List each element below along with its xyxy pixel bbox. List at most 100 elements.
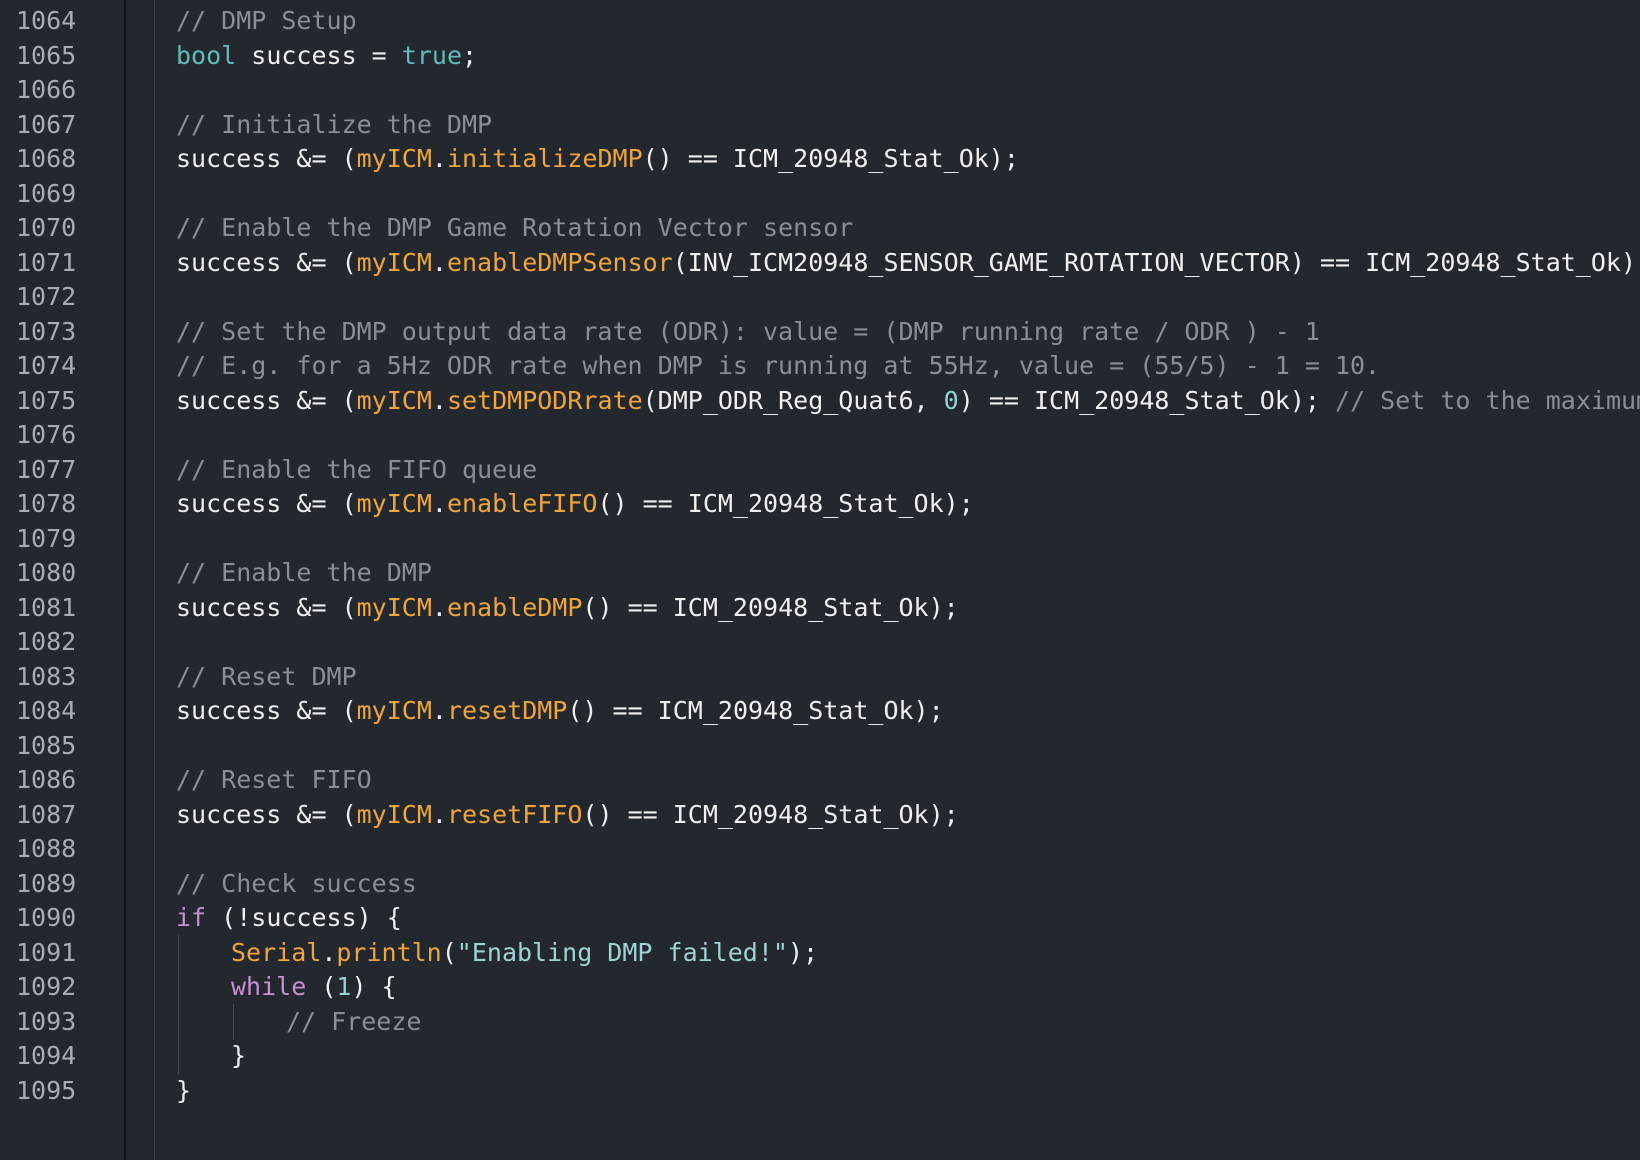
code-text[interactable]: // Enable the DMP Game Rotation Vector s… [176, 210, 853, 246]
code-line[interactable]: 1086 // Reset FIFO [0, 762, 1640, 798]
code-token: (INV_ICM20948_SENSOR_GAME_ROTATION_VECTO… [672, 247, 1640, 277]
line-number: 1074 [16, 351, 77, 380]
code-token: . [431, 385, 447, 415]
code-line[interactable]: 1080 // Enable the DMP [0, 555, 1640, 591]
line-number: 1079 [16, 523, 77, 553]
line-number: 1071 [16, 247, 77, 277]
code-token: . [431, 799, 447, 829]
code-line[interactable]: 1073 // Set the DMP output data rate (ODR… [0, 314, 1640, 350]
code-token: () == ICM_20948_Stat_Ok); [567, 696, 944, 725]
code-token: 0 [943, 385, 959, 415]
code-token: // E.g. for a 5Hz ODR rate when DMP is r… [176, 351, 1381, 380]
code-text[interactable]: success &= (myICM.enableDMPSensor(INV_IC… [176, 245, 1640, 281]
line-number: 1092 [16, 972, 77, 1001]
code-text[interactable]: success &= (myICM.enableDMP() == ICM_209… [176, 590, 959, 626]
line-number: 1086 [16, 765, 77, 794]
code-line[interactable]: 1091 Serial.println("Enabling DMP failed!… [0, 934, 1640, 971]
line-number: 1064 [16, 6, 77, 35]
code-text[interactable]: // Reset FIFO [176, 762, 372, 798]
code-token: // Set the DMP output data rate (ODR): v… [176, 316, 1320, 346]
line-number: 1072 [16, 282, 77, 311]
code-line[interactable]: 1088 [0, 831, 1640, 867]
code-line[interactable]: 1076 [0, 417, 1640, 453]
code-text[interactable]: success &= (myICM.setDMPODRrate(DMP_ODR_… [176, 383, 1640, 419]
code-line[interactable]: 1071 success &= (myICM.enableDMPSensor(IN… [0, 245, 1640, 281]
code-line[interactable]: 1092 while (1) { [0, 969, 1640, 1005]
code-line[interactable]: 1087 success &= (myICM.resetFIFO() == ICM… [0, 797, 1640, 833]
code-token: true [401, 40, 463, 70]
code-token: ; [462, 40, 478, 70]
code-token: (!success) { [206, 903, 402, 932]
line-number: 1089 [16, 868, 77, 898]
code-token: myICM [356, 489, 432, 518]
code-line[interactable]: 1067 // Initialize the DMP [0, 107, 1640, 143]
code-line[interactable]: 1069 [0, 176, 1640, 212]
code-text[interactable]: // Freeze [286, 1004, 421, 1040]
code-line[interactable]: 1079 [0, 521, 1640, 557]
code-line[interactable]: 1075 success &= (myICM.setDMPODRrate(DMP_… [0, 383, 1640, 419]
code-token: myICM [356, 385, 432, 415]
code-line[interactable]: 1078 success &= (myICM.enableFIFO() == IC… [0, 486, 1640, 522]
code-line[interactable]: 1064 // DMP Setup [0, 3, 1640, 39]
code-line[interactable]: 1093 // Freeze [0, 1003, 1640, 1040]
code-line[interactable]: 1095} [0, 1073, 1640, 1109]
indent-guide [233, 1003, 234, 1040]
code-line[interactable]: 1094} [0, 1038, 1640, 1074]
code-token: while [231, 972, 307, 1001]
indent-guide [178, 934, 179, 971]
code-token: // Initialize the DMP [176, 109, 493, 139]
code-text[interactable]: } [176, 1073, 191, 1109]
code-text[interactable]: } [231, 1038, 246, 1074]
code-text[interactable]: bool success = true; [176, 38, 477, 74]
code-line[interactable]: 1065 bool success = true; [0, 38, 1640, 74]
code-line[interactable]: 1081 success &= (myICM.enableDMP() == ICM… [0, 590, 1640, 626]
code-token: enableDMP [446, 592, 583, 622]
code-token: setDMPODRrate [446, 385, 643, 415]
code-token: . [431, 592, 447, 622]
code-text[interactable]: // Enable the FIFO queue [176, 452, 537, 488]
code-text[interactable]: // E.g. for a 5Hz ODR rate when DMP is r… [176, 348, 1380, 384]
code-line[interactable]: 1070 // Enable the DMP Game Rotation Vect… [0, 210, 1640, 246]
code-text[interactable]: // Set the DMP output data rate (ODR): v… [176, 314, 1320, 350]
code-line[interactable]: 1089 // Check success [0, 866, 1640, 902]
line-number: 1095 [16, 1075, 77, 1105]
code-token: "Enabling DMP failed!" [456, 937, 788, 967]
line-number: 1084 [16, 696, 77, 725]
code-text[interactable]: // Reset DMP [176, 659, 357, 695]
code-text[interactable]: success &= (myICM.resetFIFO() == ICM_209… [176, 797, 959, 833]
code-line[interactable]: 1066 [0, 72, 1640, 108]
code-text[interactable]: // Check success [176, 866, 417, 902]
line-number: 1078 [16, 489, 77, 518]
code-text[interactable]: // DMP Setup [176, 3, 357, 39]
code-line[interactable]: 1077 // Enable the FIFO queue [0, 452, 1640, 488]
code-line[interactable]: 1082 [0, 624, 1640, 660]
code-text[interactable]: // Initialize the DMP [176, 107, 492, 143]
code-line[interactable]: 1074 // E.g. for a 5Hz ODR rate when DMP … [0, 348, 1640, 384]
code-line[interactable]: 1085 [0, 728, 1640, 764]
code-text[interactable]: if (!success) { [176, 900, 402, 936]
code-token: success &= ( [176, 592, 357, 622]
code-token: success &= ( [176, 489, 357, 518]
line-number: 1070 [16, 213, 77, 242]
code-line[interactable]: 1068 success &= (myICM.initializeDMP() ==… [0, 141, 1640, 177]
code-token: . [321, 937, 337, 967]
code-text[interactable]: success &= (myICM.resetDMP() == ICM_2094… [176, 693, 944, 729]
code-text[interactable]: while (1) { [231, 969, 397, 1005]
code-token: // Enable the FIFO queue [176, 454, 538, 484]
code-line[interactable]: 1090 if (!success) { [0, 900, 1640, 936]
code-line[interactable]: 1084 success &= (myICM.resetDMP() == ICM_… [0, 693, 1640, 729]
code-line[interactable]: 1083 // Reset DMP [0, 659, 1640, 695]
code-editor[interactable]: 1064 // DMP Setup 1065 bool success = true;… [0, 0, 1640, 1160]
code-token: // Enable the DMP Game Rotation Vector s… [176, 213, 854, 242]
code-token: bool [176, 40, 237, 70]
code-token: (DMP_ODR_Reg_Quat6, [642, 385, 944, 415]
code-text[interactable]: Serial.println("Enabling DMP failed!"); [231, 935, 818, 971]
code-token: initializeDMP [446, 144, 643, 173]
code-token: } [176, 1075, 192, 1105]
code-text[interactable]: // Enable the DMP [176, 555, 432, 591]
code-token: // Enable the DMP [176, 558, 432, 587]
code-text[interactable]: success &= (myICM.initializeDMP() == ICM… [176, 141, 1019, 177]
code-token: // Reset DMP [176, 661, 357, 691]
code-line[interactable]: 1072 [0, 279, 1640, 315]
code-text[interactable]: success &= (myICM.enableFIFO() == ICM_20… [176, 486, 974, 522]
